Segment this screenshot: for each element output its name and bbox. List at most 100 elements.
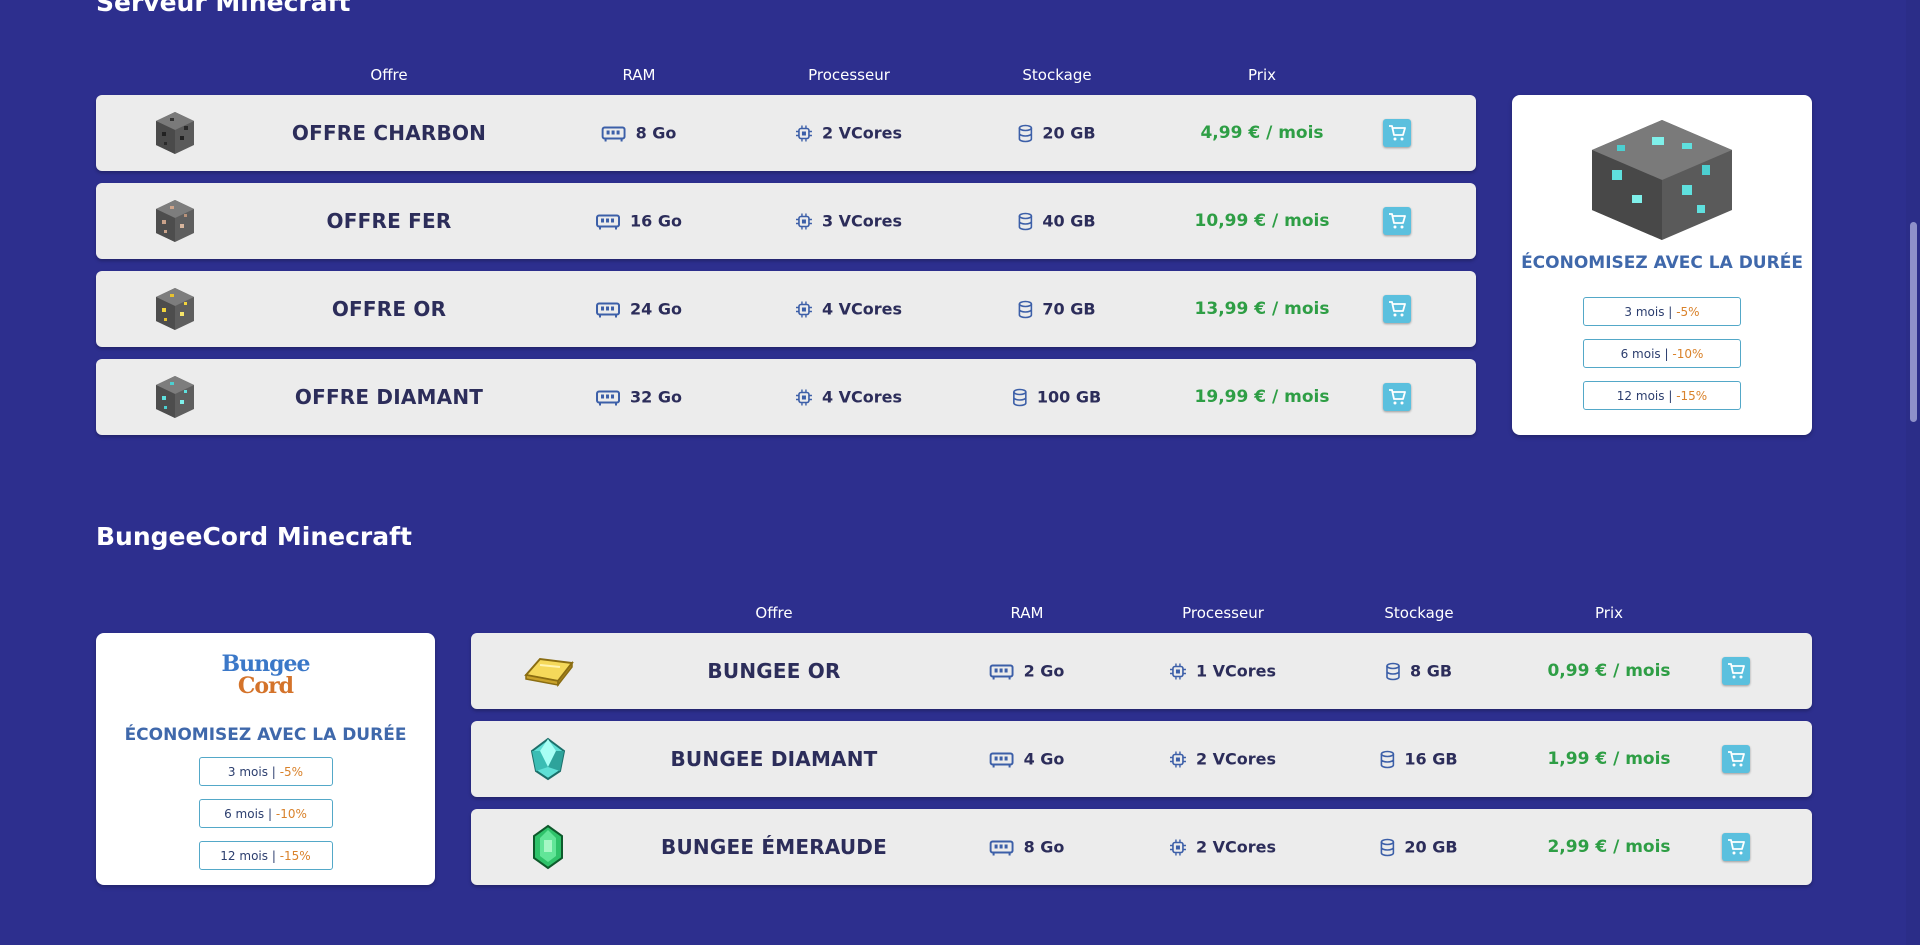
ram-icon <box>989 664 1014 679</box>
add-to-cart-button[interactable] <box>1722 833 1750 861</box>
column-header-offer: Offre <box>370 66 408 84</box>
cpu-value: 2 VCores <box>821 123 903 143</box>
offer-name: OFFRE FER <box>326 209 452 233</box>
duration-period: 6 mois | <box>224 806 273 821</box>
cpu-icon <box>795 125 812 141</box>
bungeecord-logo: Bungee Cord <box>96 653 435 697</box>
ram-icon <box>596 214 621 229</box>
storage-value: 40 GB <box>1042 211 1096 231</box>
storage-icon <box>1380 750 1395 768</box>
price-value: 0,99 € / mois <box>1547 661 1671 681</box>
duration-discount: -10% <box>275 806 307 821</box>
ram-icon <box>989 752 1014 767</box>
offer-name: BUNGEE ÉMERAUDE <box>661 835 887 859</box>
column-header-price: Prix <box>1595 604 1623 622</box>
cpu-value: 2 VCores <box>1195 749 1277 769</box>
column-header-ram: RAM <box>622 66 656 84</box>
ram-value: 8 Go <box>1023 837 1065 857</box>
cart-icon <box>1389 301 1406 317</box>
column-header-offer: Offre <box>755 604 793 622</box>
price-value: 10,99 € / mois <box>1194 211 1330 231</box>
duration-option-12-months[interactable]: 12 mois | -15% <box>198 841 333 870</box>
bungee-row-emeraude[interactable]: BUNGEE ÉMERAUDE 8 Go 2 VCores 20 GB 2,99… <box>471 809 1812 885</box>
cpu-icon <box>1169 839 1186 855</box>
duration-period: 12 mois | <box>1616 388 1673 403</box>
column-header-ram: RAM <box>1010 604 1044 622</box>
column-header-cpu: Processeur <box>1182 604 1264 622</box>
offer-name: OFFRE CHARBON <box>291 121 487 145</box>
ram-icon <box>989 840 1014 855</box>
logo-line-1: Bungee <box>221 651 311 677</box>
diamond-ore-block-icon <box>1592 120 1732 240</box>
column-header-storage: Stockage <box>1022 66 1092 84</box>
price-value: 13,99 € / mois <box>1194 299 1330 319</box>
price-value: 19,99 € / mois <box>1194 387 1330 407</box>
diamond-ore-block-icon <box>152 374 198 420</box>
page-scrollbar[interactable] <box>1906 0 1920 945</box>
cpu-icon <box>1169 663 1186 679</box>
ram-value: 16 Go <box>630 211 682 231</box>
cart-icon <box>1728 839 1745 855</box>
diamond-gem-icon <box>528 737 568 781</box>
bungee-row-diamant[interactable]: BUNGEE DIAMANT 4 Go 2 VCores 16 GB 1,99 … <box>471 721 1812 797</box>
bungee-row-or[interactable]: BUNGEE OR 2 Go 1 VCores 8 GB 0,99 € / mo… <box>471 633 1812 709</box>
duration-discount: -5% <box>279 764 304 779</box>
gold-ore-block-icon <box>152 286 198 332</box>
duration-discount: -10% <box>1672 346 1704 361</box>
add-to-cart-button[interactable] <box>1383 207 1411 235</box>
ram-icon <box>596 390 621 405</box>
duration-option-3-months[interactable]: 3 mois | -5% <box>1583 297 1741 326</box>
add-to-cart-button[interactable] <box>1722 657 1750 685</box>
column-header-storage: Stockage <box>1384 604 1454 622</box>
duration-option-3-months[interactable]: 3 mois | -5% <box>198 757 333 786</box>
cart-icon <box>1728 663 1745 679</box>
storage-icon <box>1018 212 1033 230</box>
add-to-cart-button[interactable] <box>1722 745 1750 773</box>
duration-option-12-months[interactable]: 12 mois | -15% <box>1583 381 1741 410</box>
duration-option-6-months[interactable]: 6 mois | -10% <box>198 799 333 828</box>
storage-icon <box>1386 662 1400 680</box>
storage-value: 100 GB <box>1036 387 1102 407</box>
cpu-value: 2 VCores <box>1195 837 1277 857</box>
cart-icon <box>1389 389 1406 405</box>
duration-discount: -15% <box>1676 388 1708 403</box>
emerald-gem-icon <box>530 824 566 870</box>
cpu-icon <box>795 213 812 229</box>
scrollbar-thumb[interactable] <box>1910 222 1917 422</box>
offer-row-fer[interactable]: OFFRE FER 16 Go 3 VCores 40 GB 10,99 € /… <box>96 183 1476 259</box>
duration-option-6-months[interactable]: 6 mois | -10% <box>1583 339 1741 368</box>
add-to-cart-button[interactable] <box>1383 295 1411 323</box>
storage-icon <box>1013 388 1027 406</box>
ram-value: 4 Go <box>1023 749 1065 769</box>
storage-value: 20 GB <box>1404 837 1458 857</box>
storage-value: 16 GB <box>1404 749 1458 769</box>
cpu-value: 3 VCores <box>821 211 903 231</box>
offer-name: BUNGEE OR <box>707 659 841 683</box>
offer-row-or[interactable]: OFFRE OR 24 Go 4 VCores 70 GB 13,99 € / … <box>96 271 1476 347</box>
column-header-cpu: Processeur <box>808 66 890 84</box>
ram-value: 24 Go <box>630 299 682 319</box>
cart-icon <box>1389 213 1406 229</box>
ram-icon <box>596 302 621 317</box>
offer-name: OFFRE DIAMANT <box>294 385 484 409</box>
price-value: 4,99 € / mois <box>1200 123 1324 143</box>
add-to-cart-button[interactable] <box>1383 383 1411 411</box>
offer-row-diamant[interactable]: OFFRE DIAMANT 32 Go 4 VCores 100 GB 19,9… <box>96 359 1476 435</box>
offer-row-charbon[interactable]: OFFRE CHARBON 8 Go 2 VCores 20 GB 4,99 €… <box>96 95 1476 171</box>
cpu-value: 4 VCores <box>821 299 903 319</box>
duration-period: 3 mois | <box>227 764 276 779</box>
offer-name: OFFRE OR <box>331 297 447 321</box>
duration-discount: -15% <box>279 848 311 863</box>
add-to-cart-button[interactable] <box>1383 119 1411 147</box>
storage-value: 8 GB <box>1409 661 1453 681</box>
section-title-bungeecord: BungeeCord Minecraft <box>96 522 412 551</box>
duration-savings-card: ÉCONOMISEZ AVEC LA DURÉE 3 mois | -5% 6 … <box>1512 95 1812 435</box>
duration-period: 6 mois | <box>1620 346 1669 361</box>
storage-value: 70 GB <box>1042 299 1096 319</box>
offer-name: BUNGEE DIAMANT <box>670 747 878 771</box>
storage-icon <box>1018 300 1033 318</box>
storage-icon <box>1018 124 1033 142</box>
duration-discount: -5% <box>1676 304 1700 319</box>
ram-icon <box>601 126 626 141</box>
savings-title: ÉCONOMISEZ AVEC LA DURÉE <box>1521 253 1803 273</box>
